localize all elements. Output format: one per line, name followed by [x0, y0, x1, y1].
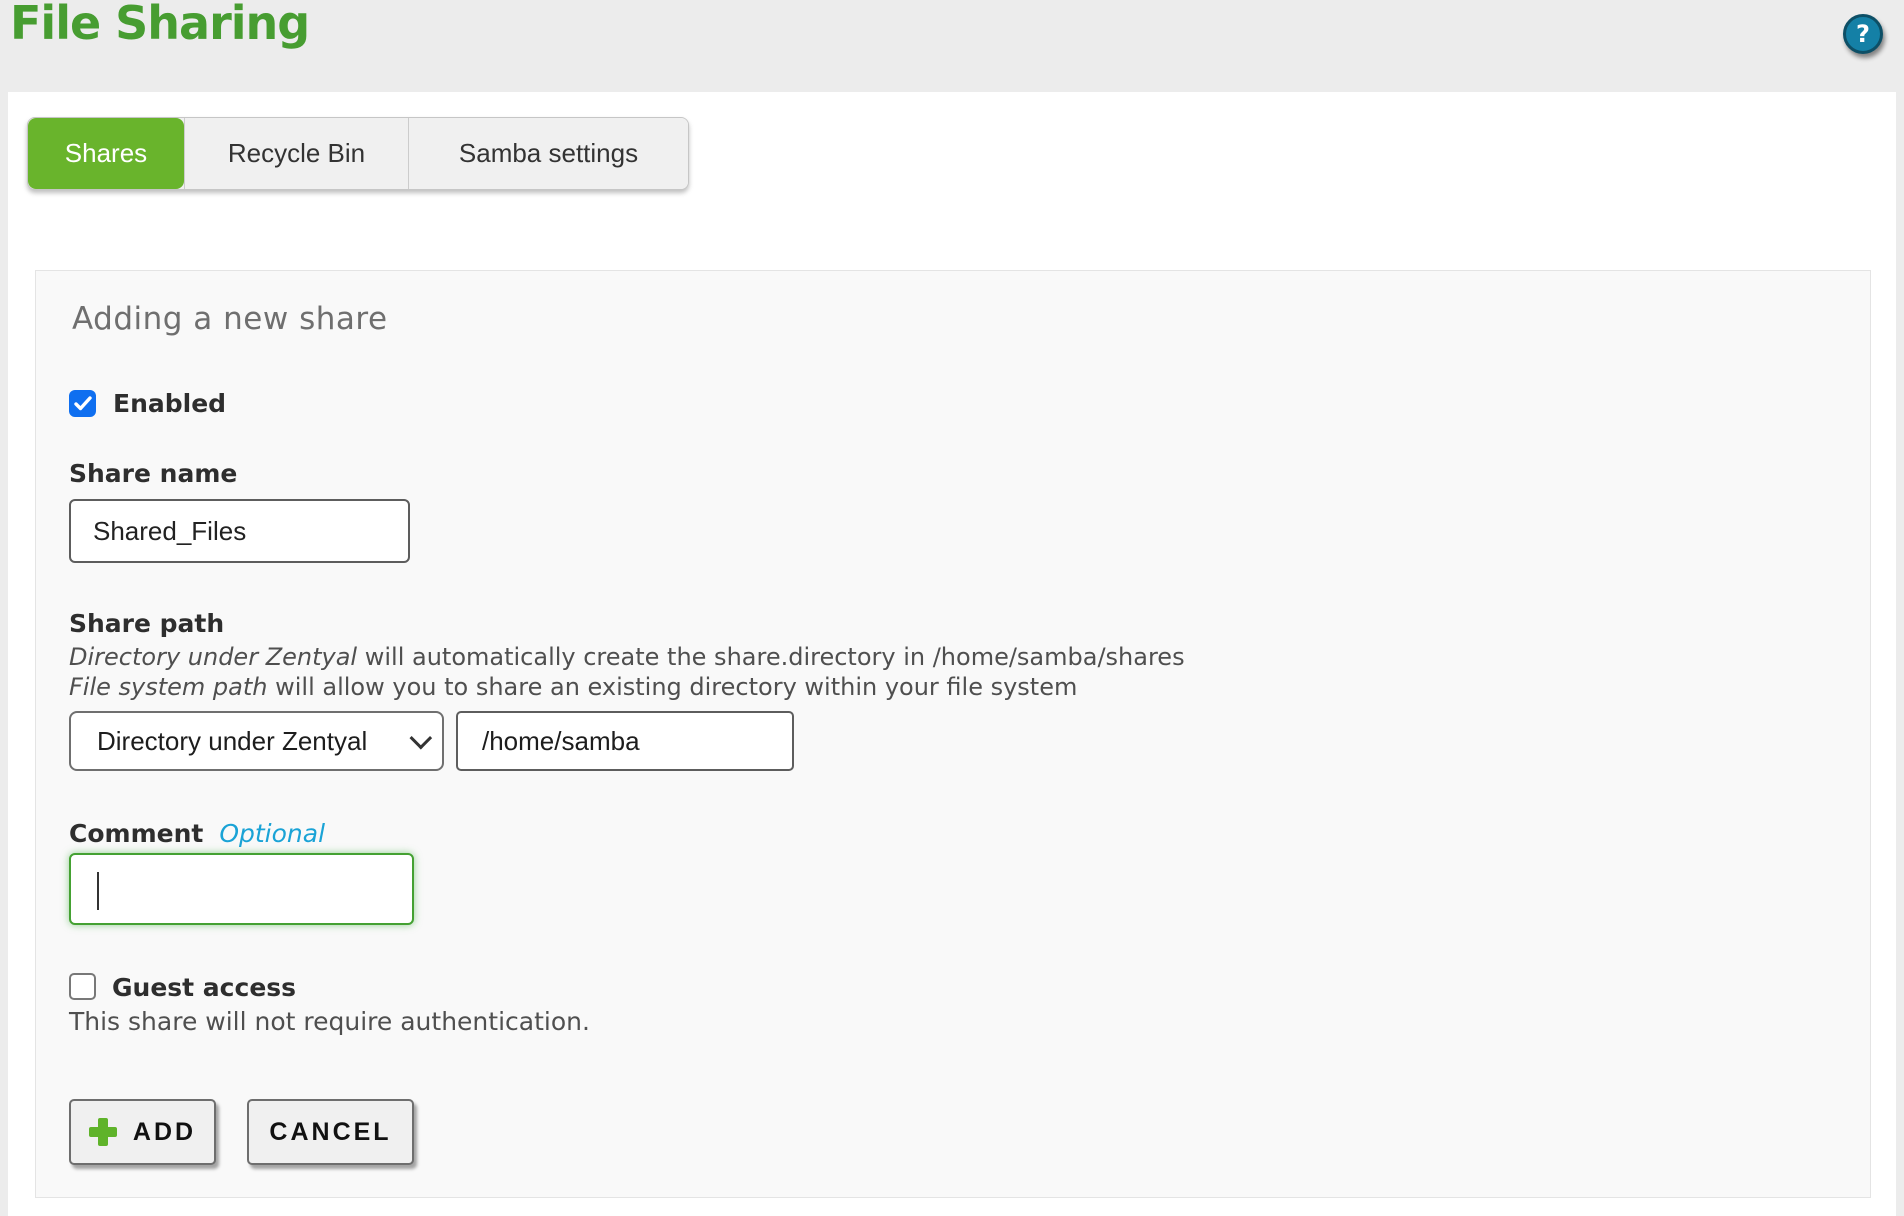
enabled-checkbox[interactable] — [69, 390, 96, 417]
form-heading: Adding a new share — [72, 301, 388, 337]
add-button-label: ADD — [133, 1118, 196, 1147]
share-path-type-select[interactable]: Directory under Zentyal — [69, 711, 444, 771]
content-area: Shares Recycle Bin Samba settings Adding… — [8, 92, 1896, 1216]
share-path-help-1-rest: will automatically create the share.dire… — [357, 643, 1184, 671]
page-header: File Sharing ? — [0, 0, 1904, 92]
question-mark-icon: ? — [1856, 20, 1870, 48]
guest-access-help: This share will not require authenticati… — [69, 1007, 590, 1036]
share-path-label: Share path — [69, 609, 224, 638]
checkmark-icon — [74, 396, 92, 411]
tab-recycle-bin[interactable]: Recycle Bin — [184, 118, 408, 189]
cancel-button-label: CANCEL — [269, 1118, 391, 1147]
cancel-button[interactable]: CANCEL — [247, 1099, 414, 1165]
comment-input[interactable] — [69, 853, 414, 925]
tab-samba-settings[interactable]: Samba settings — [408, 118, 688, 189]
share-path-help-2-rest: will allow you to share an existing dire… — [268, 673, 1078, 701]
text-caret — [97, 872, 99, 910]
share-path-help-line-1: Directory under Zentyal will automatical… — [69, 643, 1185, 671]
share-path-input[interactable] — [456, 711, 794, 771]
plus-icon — [89, 1118, 117, 1146]
guest-access-row: Guest access — [69, 973, 296, 1002]
share-path-row: Directory under Zentyal — [69, 711, 794, 771]
comment-optional-label: Optional — [219, 819, 325, 848]
add-button[interactable]: ADD — [69, 1099, 216, 1165]
enabled-label: Enabled — [113, 389, 226, 418]
share-path-help-1-italic: Directory under Zentyal — [69, 643, 357, 671]
add-share-form-panel: Adding a new share Enabled Share name Sh… — [35, 270, 1871, 1198]
guest-access-label: Guest access — [112, 973, 296, 1002]
share-name-input[interactable] — [69, 499, 410, 563]
enabled-row: Enabled — [69, 389, 226, 418]
share-name-label: Share name — [69, 459, 237, 488]
share-path-type-selected-value: Directory under Zentyal — [97, 726, 400, 757]
share-path-help-line-2: File system path will allow you to share… — [69, 673, 1077, 701]
page-title: File Sharing — [10, 0, 309, 50]
comment-label: Comment — [69, 819, 203, 848]
tab-bar: Shares Recycle Bin Samba settings — [27, 117, 689, 190]
form-buttons-row: ADD CANCEL — [69, 1099, 414, 1165]
chevron-down-icon — [410, 727, 433, 750]
comment-label-row: Comment Optional — [69, 819, 325, 848]
share-path-help-2-italic: File system path — [69, 673, 268, 701]
tab-shares[interactable]: Shares — [28, 118, 184, 189]
help-button[interactable]: ? — [1843, 14, 1883, 54]
guest-access-checkbox[interactable] — [69, 973, 96, 1000]
